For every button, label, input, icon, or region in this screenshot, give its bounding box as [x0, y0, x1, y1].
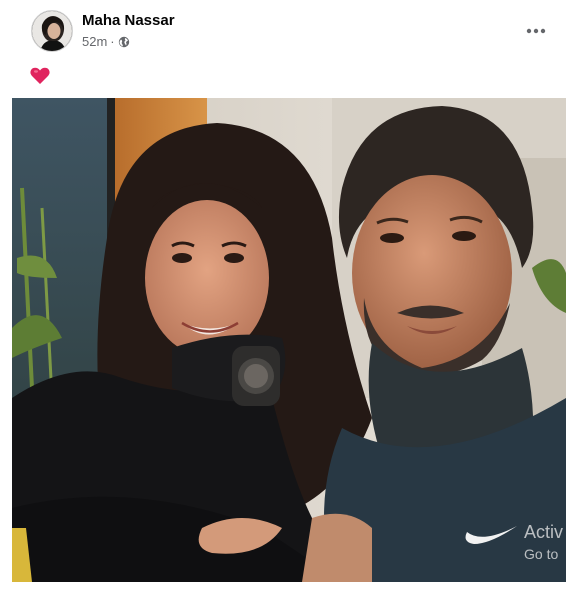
- author-name[interactable]: Maha Nassar: [82, 12, 175, 29]
- meta-separator: ·: [110, 34, 115, 49]
- author-avatar[interactable]: [31, 10, 73, 52]
- couple-photo-image: [12, 98, 566, 582]
- more-options-button[interactable]: [522, 18, 550, 42]
- avatar-image: [32, 11, 72, 51]
- post-card: Maha Nassar 52m · Activ Go to: [10, 0, 566, 597]
- post-meta: 52m ·: [82, 34, 130, 49]
- post-photo[interactable]: Activ Go to: [12, 98, 566, 582]
- more-horizontal-icon: [526, 21, 546, 39]
- red-heart-icon: [30, 67, 50, 85]
- post-header: Maha Nassar 52m ·: [10, 0, 566, 60]
- post-timestamp[interactable]: 52m: [82, 34, 107, 49]
- watermark-line-2: Go to: [524, 546, 559, 562]
- globe-icon[interactable]: [118, 36, 130, 48]
- watermark-line-1: Activ: [524, 522, 564, 542]
